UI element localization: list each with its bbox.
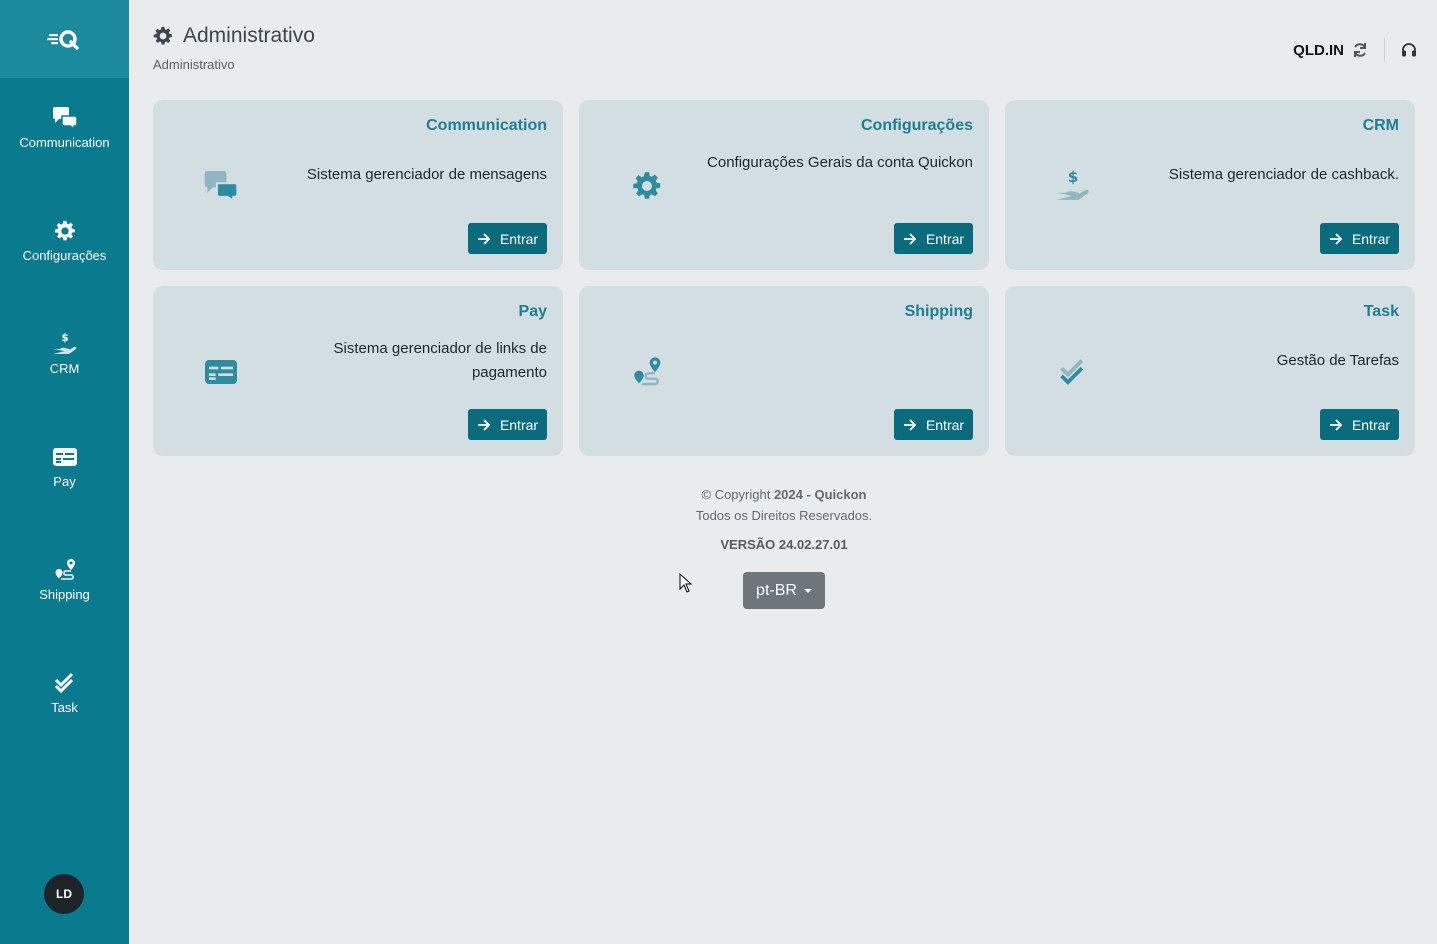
chat-bubbles-icon (52, 105, 78, 131)
card-description: Sistema gerenciador de cashback. (1168, 166, 1399, 183)
module-card-communication: Communication Sistema gerenciador de men… (153, 100, 563, 270)
gear-icon (52, 218, 78, 244)
module-card-shipping: Shipping Entrar (579, 286, 989, 456)
company-name[interactable]: QLD.IN (1293, 42, 1344, 59)
check-double-icon (1053, 354, 1093, 390)
sidebar-item-label: CRM (49, 361, 80, 376)
arrow-right-icon (1329, 418, 1343, 431)
sidebar-item-label: Task (51, 700, 78, 715)
svg-text:$: $ (1068, 169, 1079, 186)
enter-button[interactable]: Entrar (468, 409, 547, 440)
sidebar: Communication Configurações $ CRM Pay Sh… (0, 0, 129, 944)
copyright-year: 2024 (773, 487, 803, 502)
divider (1384, 38, 1385, 62)
sidebar-item-label: Configurações (22, 248, 107, 263)
hand-dollar-icon: $ (1053, 168, 1093, 204)
caret-down-icon (803, 588, 812, 593)
arrow-right-icon (903, 418, 917, 431)
module-card-task: Task Gestão de Tarefas Entrar (1005, 286, 1415, 456)
gear-icon (627, 168, 667, 204)
sidebar-item-task[interactable]: Task (0, 670, 129, 715)
card-title: Task (1363, 303, 1399, 320)
card-description: Sistema gerenciador de links de pagament… (333, 340, 547, 381)
copyright: © Copyright 2024 - Quickon (584, 487, 984, 502)
card-title: Configurações (860, 117, 973, 134)
route-icon (52, 557, 78, 583)
sidebar-item-configuracoes[interactable]: Configurações (0, 218, 129, 263)
enter-button-label: Entrar (499, 230, 539, 247)
enter-button-label: Entrar (925, 230, 965, 247)
headset-icon[interactable] (1401, 42, 1417, 58)
card-title: Communication (426, 117, 547, 134)
quickon-logo-icon (46, 30, 79, 50)
avatar[interactable]: LD (44, 874, 84, 914)
sidebar-item-pay[interactable]: Pay (0, 444, 129, 489)
module-card-crm: CRM $ Sistema gerenciador de cashback. E… (1005, 100, 1415, 270)
language-label: pt-BR (756, 581, 797, 599)
language-dropdown[interactable]: pt-BR (743, 572, 825, 609)
arrow-right-icon (1329, 232, 1343, 245)
gear-icon (153, 26, 172, 45)
hand-dollar-icon: $ (52, 331, 78, 357)
version-text: VERSÃO 24.02.27.01 (720, 537, 848, 552)
page-header: Administrativo Administrativo (153, 24, 315, 72)
check-double-icon (52, 670, 78, 696)
sidebar-item-communication[interactable]: Communication (0, 105, 129, 150)
copyright-prefix: © Copyright (701, 487, 771, 502)
copyright-company: Quickon (814, 487, 867, 502)
arrow-right-icon (477, 418, 491, 431)
enter-button-label: Entrar (1351, 416, 1391, 433)
enter-button[interactable]: Entrar (1320, 409, 1399, 440)
enter-button[interactable]: Entrar (894, 409, 973, 440)
copyright-separator: - (806, 487, 811, 502)
module-card-configuracoes: Configurações Configurações Gerais da co… (579, 100, 989, 270)
card-description: Configurações Gerais da conta Quickon (707, 154, 973, 171)
top-right-tools: QLD.IN (1293, 38, 1417, 62)
card-title: Shipping (904, 303, 973, 320)
card-icon (201, 354, 241, 390)
svg-text:$: $ (61, 332, 69, 344)
refresh-icon[interactable] (1352, 42, 1368, 58)
rights-text: Todos os Direitos Reservados. (695, 508, 873, 523)
module-card-pay: Pay Sistema gerenciador de links de paga… (153, 286, 563, 456)
card-description: Sistema gerenciador de mensagens (306, 166, 547, 183)
card-title: Pay (518, 303, 547, 320)
card-title: CRM (1362, 117, 1399, 134)
enter-button-label: Entrar (1351, 230, 1391, 247)
card-description: Gestão de Tarefas (1276, 352, 1399, 369)
card-icon (52, 444, 78, 470)
enter-button-label: Entrar (925, 416, 965, 433)
arrow-right-icon (477, 232, 491, 245)
sidebar-item-crm[interactable]: $ CRM (0, 331, 129, 376)
mouse-cursor-icon (679, 573, 693, 593)
sidebar-item-label: Shipping (39, 587, 90, 602)
enter-button-label: Entrar (499, 416, 539, 433)
page-title: Administrativo (183, 24, 315, 47)
breadcrumb[interactable]: Administrativo (153, 57, 315, 72)
enter-button[interactable]: Entrar (894, 223, 973, 254)
sidebar-item-shipping[interactable]: Shipping (0, 557, 129, 602)
sidebar-item-label: Pay (53, 474, 76, 489)
chat-bubbles-icon (201, 168, 241, 204)
enter-button[interactable]: Entrar (1320, 223, 1399, 254)
logo[interactable] (0, 0, 129, 78)
sidebar-item-label: Communication (19, 135, 110, 150)
arrow-right-icon (903, 232, 917, 245)
enter-button[interactable]: Entrar (468, 223, 547, 254)
route-icon (627, 354, 667, 390)
